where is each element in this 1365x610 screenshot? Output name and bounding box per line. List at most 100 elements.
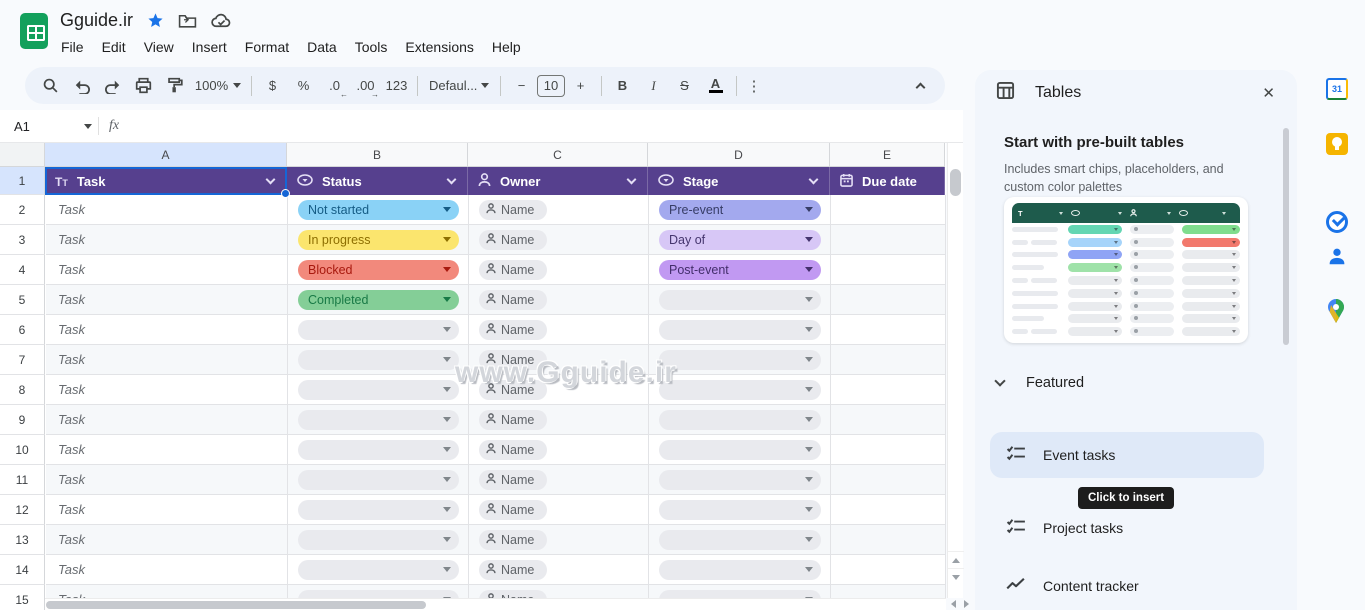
hide-menus-icon[interactable] — [905, 72, 935, 100]
owner-chip[interactable]: Name — [479, 500, 547, 520]
strikethrough-button[interactable]: S — [669, 72, 700, 100]
owner-chip[interactable]: Name — [479, 410, 547, 430]
row-header-7[interactable]: 7 — [0, 345, 45, 375]
cell-owner[interactable]: Name — [469, 465, 649, 495]
more-toolbar-button[interactable]: ⋮ — [742, 72, 766, 100]
cell-due-date[interactable] — [831, 465, 946, 495]
cell-owner[interactable]: Name — [469, 195, 649, 225]
table-header-stage[interactable]: Stage — [648, 167, 830, 195]
text-color-button[interactable]: A — [700, 72, 731, 100]
status-chip-empty[interactable] — [298, 410, 459, 430]
cell-owner[interactable]: Name — [469, 315, 649, 345]
cell-owner[interactable]: Name — [469, 435, 649, 465]
status-chip-empty[interactable] — [298, 500, 459, 520]
cell-owner[interactable]: Name — [469, 555, 649, 585]
stage-chip-empty[interactable] — [659, 560, 821, 580]
cell-task[interactable]: Task — [46, 465, 288, 495]
owner-chip[interactable]: Name — [479, 530, 547, 550]
sidebar-scrollbar-thumb[interactable] — [1283, 128, 1289, 345]
sidebar-item-project-tasks[interactable]: Project tasks — [990, 505, 1264, 551]
chevron-down-icon[interactable] — [447, 175, 457, 185]
cell-stage[interactable] — [649, 495, 831, 525]
cell-stage[interactable] — [649, 405, 831, 435]
chevron-down-icon[interactable] — [627, 175, 637, 185]
menu-extensions[interactable]: Extensions — [396, 36, 482, 58]
sheets-logo-icon[interactable] — [20, 13, 48, 49]
menu-data[interactable]: Data — [298, 36, 346, 58]
cell-task[interactable]: Task — [46, 345, 288, 375]
cell-stage[interactable] — [649, 525, 831, 555]
scroll-down-button[interactable] — [948, 568, 964, 585]
cell-status[interactable] — [288, 465, 469, 495]
cell-status[interactable] — [288, 315, 469, 345]
stage-chip-day-of[interactable]: Day of — [659, 230, 821, 250]
status-chip-empty[interactable] — [298, 560, 459, 580]
cell-owner[interactable]: Name — [469, 345, 649, 375]
cell-status[interactable] — [288, 555, 469, 585]
stage-chip-empty[interactable] — [659, 380, 821, 400]
cell-status[interactable]: In progress — [288, 225, 469, 255]
increase-decimals-button[interactable]: .00→ — [350, 72, 381, 100]
cell-task[interactable]: Task — [46, 255, 288, 285]
contacts-app-icon[interactable] — [1326, 245, 1348, 267]
cell-owner[interactable]: Name — [469, 495, 649, 525]
cell-due-date[interactable] — [831, 195, 946, 225]
cell-due-date[interactable] — [831, 495, 946, 525]
cell-task[interactable]: Task — [46, 405, 288, 435]
cell-owner[interactable]: Name — [469, 405, 649, 435]
cell-task[interactable]: Task — [46, 435, 288, 465]
cell-stage[interactable] — [649, 555, 831, 585]
table-preview-card[interactable]: T — [1004, 197, 1248, 343]
status-chip-empty[interactable] — [298, 380, 459, 400]
column-header-C[interactable]: C — [468, 143, 648, 167]
cell-stage[interactable] — [649, 285, 831, 315]
calendar-app-icon[interactable]: 31 — [1326, 78, 1348, 100]
paint-format-icon[interactable] — [159, 72, 190, 100]
cell-owner[interactable]: Name — [469, 375, 649, 405]
search-icon[interactable] — [35, 72, 66, 100]
table-header-due-date[interactable]: Due date — [830, 167, 945, 195]
row-header-3[interactable]: 3 — [0, 225, 45, 255]
status-chip-in-progress[interactable]: In progress — [298, 230, 459, 250]
column-header-E[interactable]: E — [830, 143, 945, 167]
cell-stage[interactable]: Post-event — [649, 255, 831, 285]
row-header-4[interactable]: 4 — [0, 255, 45, 285]
row-header-15[interactable]: 15 — [0, 585, 45, 610]
sidebar-item-event-tasks[interactable]: Event tasks — [990, 432, 1264, 478]
table-header-status[interactable]: Status — [287, 167, 468, 195]
column-header-D[interactable]: D — [648, 143, 830, 167]
bold-button[interactable]: B — [607, 72, 638, 100]
horizontal-scrollbar[interactable] — [45, 598, 946, 610]
stage-chip-post-event[interactable]: Post-event — [659, 260, 821, 280]
sidebar-item-content-tracker[interactable]: Content tracker — [990, 563, 1264, 609]
more-formats-button[interactable]: 123 — [381, 72, 412, 100]
cell-due-date[interactable] — [831, 225, 946, 255]
owner-chip[interactable]: Name — [479, 440, 547, 460]
star-icon[interactable] — [147, 12, 164, 29]
cell-task[interactable]: Task — [46, 555, 288, 585]
owner-chip[interactable]: Name — [479, 380, 547, 400]
owner-chip[interactable]: Name — [479, 290, 547, 310]
menu-edit[interactable]: Edit — [93, 36, 135, 58]
cell-owner[interactable]: Name — [469, 525, 649, 555]
currency-format-button[interactable]: $ — [257, 72, 288, 100]
menu-help[interactable]: Help — [483, 36, 530, 58]
cell-due-date[interactable] — [831, 345, 946, 375]
row-header-14[interactable]: 14 — [0, 555, 45, 585]
status-chip-blocked[interactable]: Blocked — [298, 260, 459, 280]
keep-app-icon[interactable] — [1326, 133, 1348, 155]
horizontal-scrollbar-thumb[interactable] — [46, 601, 426, 609]
cell-due-date[interactable] — [831, 285, 946, 315]
vertical-scrollbar-thumb[interactable] — [950, 169, 961, 196]
chevron-down-icon[interactable] — [809, 175, 819, 185]
font-select[interactable]: Defaul... — [423, 72, 495, 100]
stage-chip-empty[interactable] — [659, 470, 821, 490]
cell-task[interactable]: Task — [46, 195, 288, 225]
table-header-task[interactable]: TTTask — [45, 167, 287, 195]
increase-font-size-button[interactable]: + — [565, 72, 596, 100]
table-header-owner[interactable]: Owner — [468, 167, 648, 195]
menu-view[interactable]: View — [135, 36, 183, 58]
cell-status[interactable] — [288, 345, 469, 375]
owner-chip[interactable]: Name — [479, 560, 547, 580]
cell-task[interactable]: Task — [46, 315, 288, 345]
